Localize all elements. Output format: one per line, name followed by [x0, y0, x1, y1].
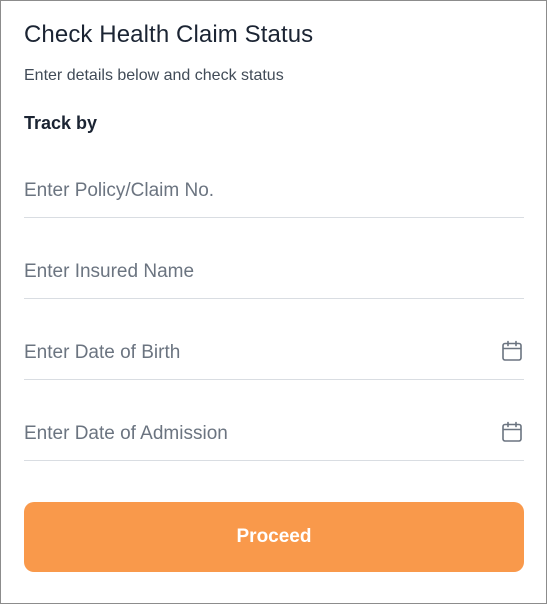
page-title: Check Health Claim Status	[24, 21, 314, 48]
page-subtitle: Enter details below and check status	[24, 67, 284, 84]
policy-claim-field	[24, 165, 524, 218]
policy-claim-input[interactable]	[24, 165, 494, 217]
calendar-icon[interactable]	[500, 420, 524, 444]
date-of-birth-input[interactable]	[24, 327, 494, 379]
insured-name-input[interactable]	[24, 246, 494, 298]
calendar-icon[interactable]	[500, 339, 524, 363]
track-by-label: Track by	[24, 113, 98, 133]
date-of-birth-field	[24, 327, 524, 380]
claim-status-card: Check Health Claim Status Enter details …	[0, 0, 547, 604]
date-of-admission-input[interactable]	[24, 408, 494, 460]
date-of-admission-field	[24, 408, 524, 461]
proceed-button[interactable]: Proceed	[24, 502, 524, 572]
insured-name-field	[24, 246, 524, 299]
